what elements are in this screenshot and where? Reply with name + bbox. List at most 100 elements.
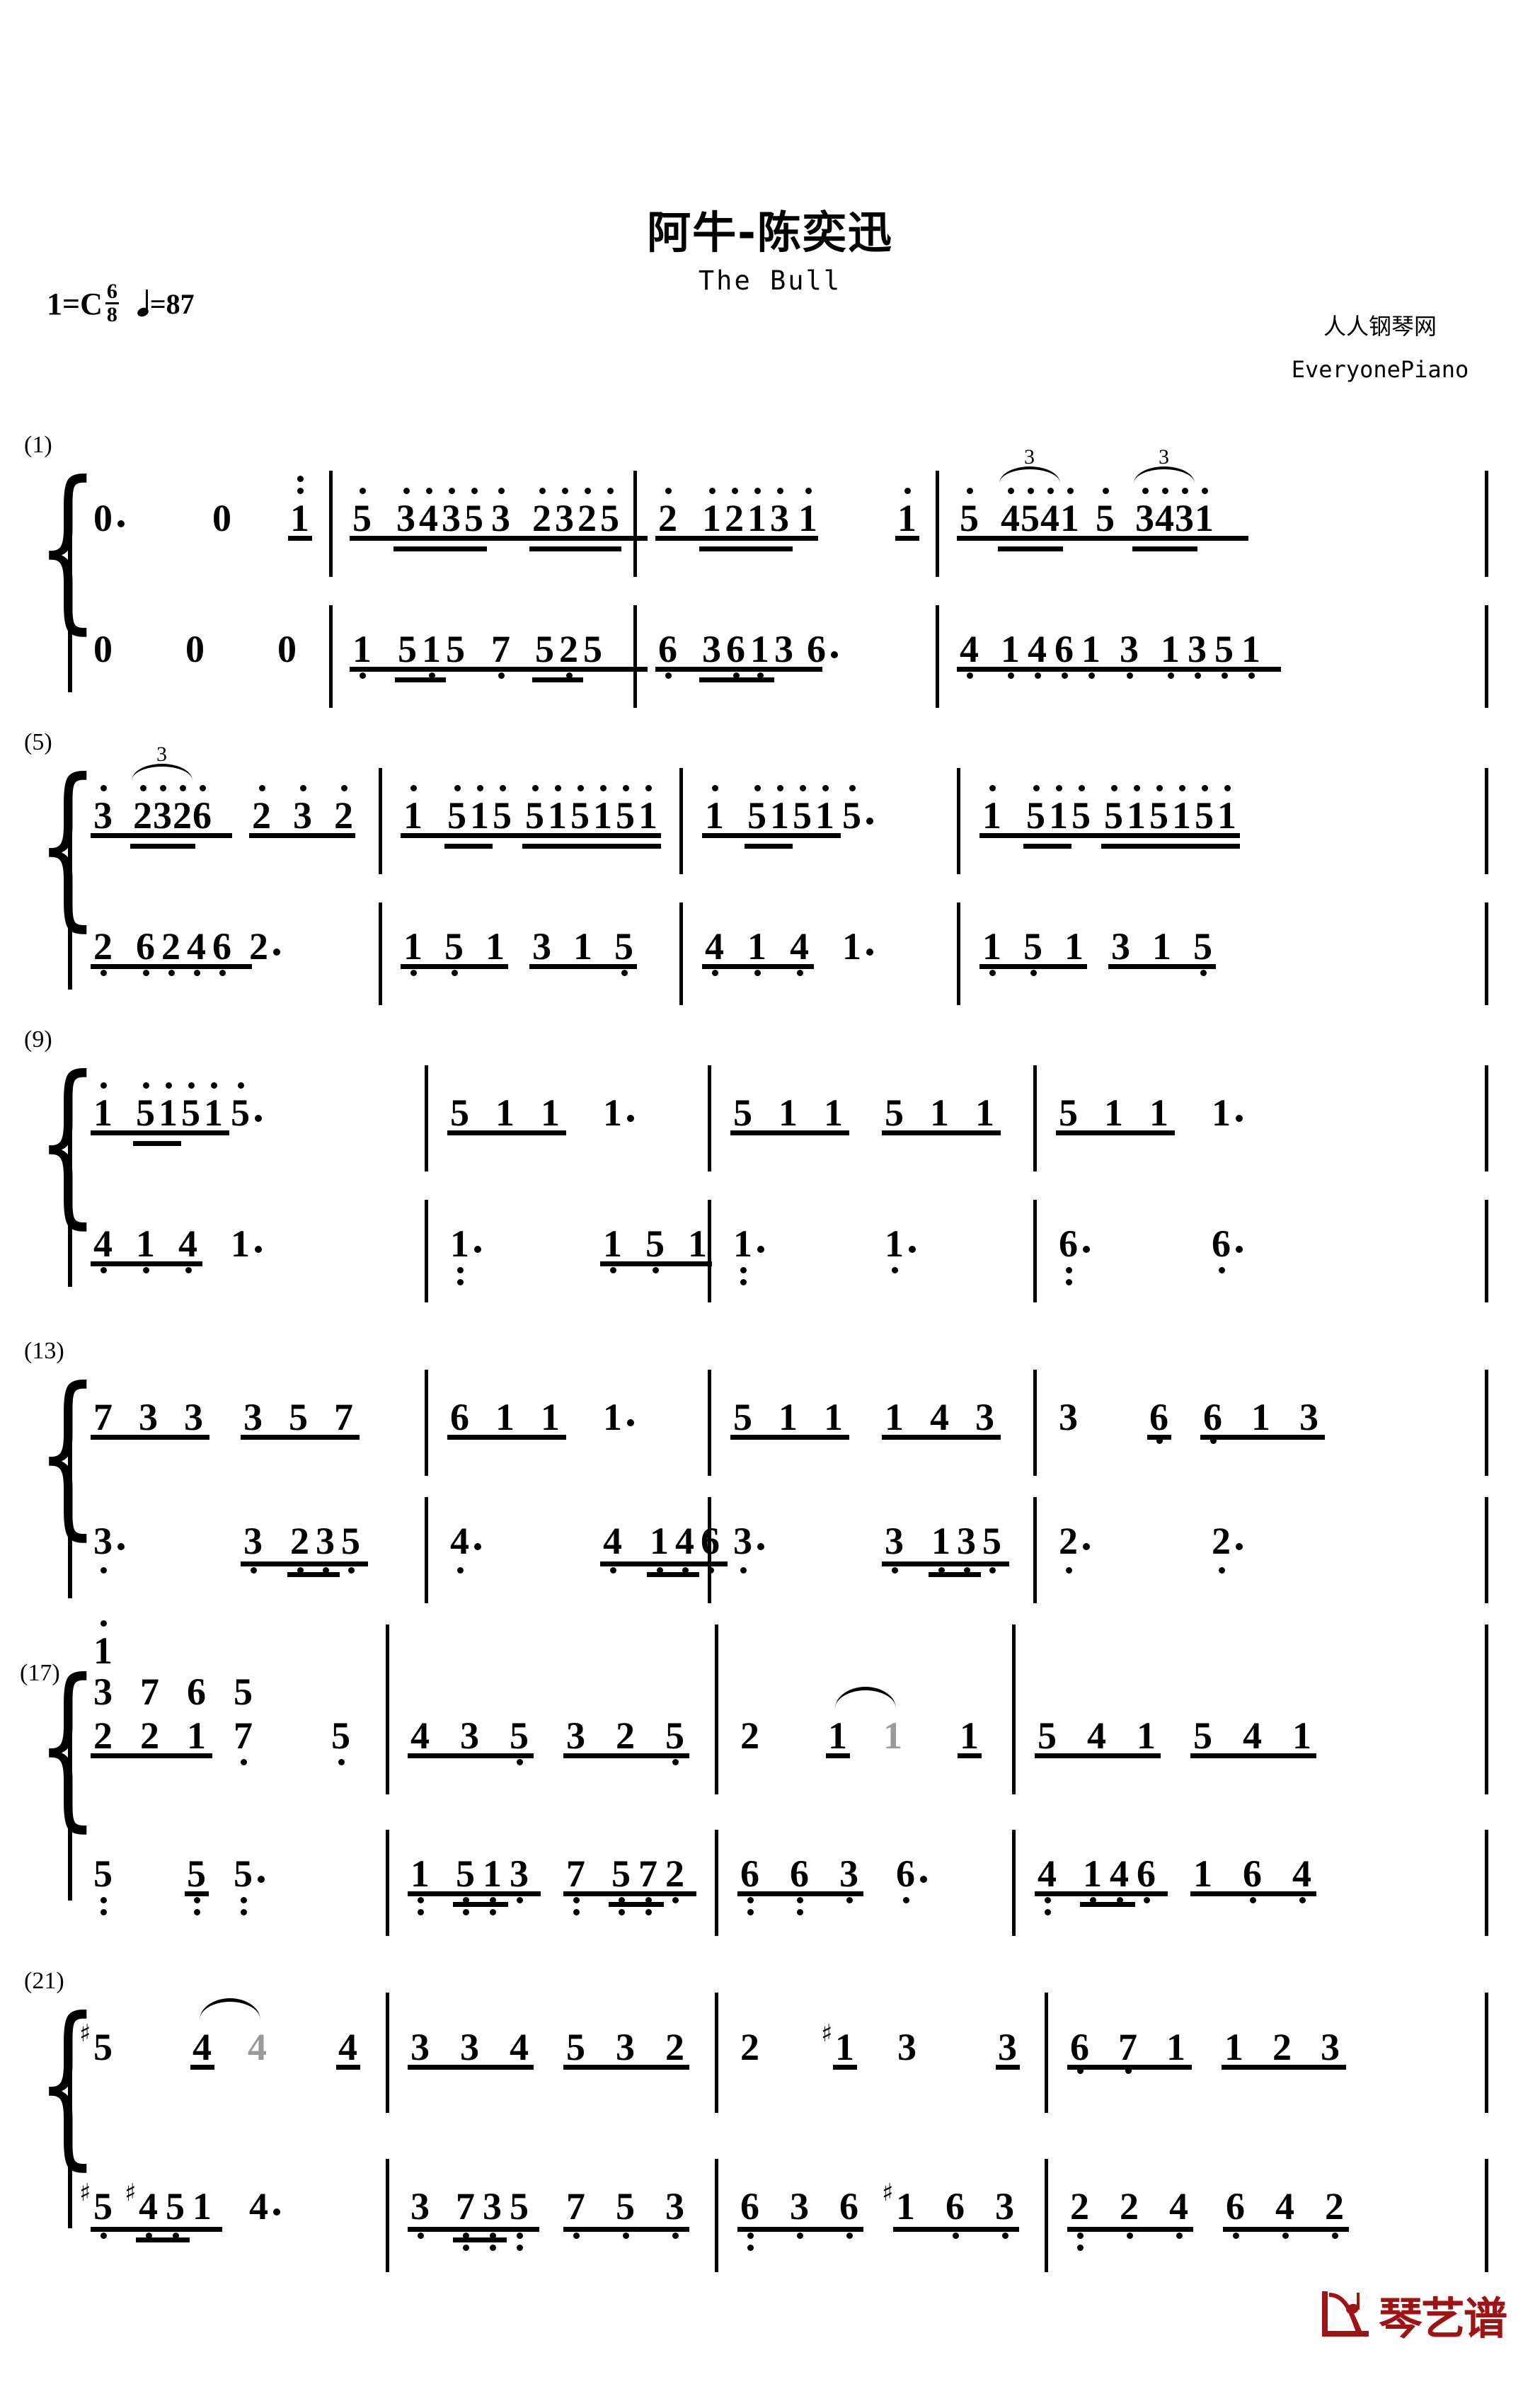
barline [936,471,939,577]
octave-dot-up [732,488,738,494]
note-3: 3 [957,1520,976,1562]
note-0: 0 [212,497,231,539]
augmentation-dot [273,2208,280,2216]
barline [386,1830,389,1936]
augmentation-dot [1236,1543,1243,1550]
note-5: 5 [793,794,812,837]
barline [1033,1497,1037,1603]
octave-dot-down [846,1897,853,1903]
note-1: 1 [548,794,567,837]
octave-dot-up [200,785,206,791]
note-1: 1 [1166,2026,1185,2068]
barline [425,1370,428,1476]
note-1: 1 [1049,794,1068,837]
note-4: 4 [1001,497,1020,539]
note-5: 5 [289,1396,308,1438]
octave-dot-up [585,488,591,494]
note-2: 2 [173,794,192,837]
octave-dot-down [1127,2233,1133,2239]
note-3: 3 [93,1520,113,1562]
beam-line [1147,1435,1171,1440]
beam-line [1132,546,1197,551]
note-4: 4 [178,1222,197,1265]
beam-line [929,1572,981,1577]
octave-dot-down [1222,672,1228,679]
note-3: 3 [616,2026,635,2068]
site-logo[interactable]: 琴艺谱 [1318,2276,1516,2354]
note-1: 1 [192,2185,212,2228]
note-1: 1 [747,497,766,539]
note-1: 1 [450,1222,469,1265]
note-4: 4 [1292,1852,1311,1895]
octave-dot-down [672,1897,679,1903]
barline [425,1200,428,1302]
note-1: 1 [422,628,441,670]
beam-line [529,964,637,969]
barline [1485,605,1488,708]
barline [1012,1624,1016,1794]
octave-dot-down [1066,1267,1072,1273]
note-1: 1 [593,794,612,837]
note-2: 2 [740,2026,759,2068]
beam-line [730,1130,849,1135]
note-1: 1 [885,1222,904,1265]
note-3: 3 [93,794,113,837]
note-3: 3 [702,628,721,670]
octave-dot-down [797,1897,803,1903]
octave-dot-down [457,1567,464,1574]
octave-dot-up [341,785,347,791]
note-4: 4 [1028,628,1047,670]
octave-dot-down [241,1759,247,1765]
beam-line [401,964,508,969]
augmentation-dot [1236,1115,1243,1122]
note-7: 7 [93,1396,113,1438]
beam-line [1108,964,1216,969]
note-1: 1 [705,794,724,837]
octave-dot-up [498,488,505,494]
octave-dot-down [1062,672,1068,679]
note-7: 7 [638,1852,657,1895]
octave-dot-down [1045,1909,1051,1915]
note-1: 1 [688,1222,707,1265]
beam-line [600,1261,712,1266]
note-5: 5 [93,2026,113,2068]
augmentation-dot [757,1246,764,1253]
octave-dot-down [672,1759,679,1765]
octave-dot-down [517,1759,523,1765]
barline [1045,2159,1048,2272]
note-3: 3 [1135,497,1154,539]
octave-dot-down [418,1909,424,1915]
note-1: 1 [1172,794,1191,837]
note-1: 1 [930,1091,949,1134]
octave-dot-down [1035,672,1041,679]
octave-dot-up [1028,488,1034,494]
note-2: 2 [140,1714,159,1757]
beam-line [336,2065,360,2070]
note-5: 5 [645,1222,665,1265]
octave-dot-down [1332,2233,1338,2239]
octave-dot-down [452,970,458,976]
note-1: 1 [93,1091,113,1134]
octave-dot-up [259,785,265,791]
note-1: 1 [1104,1091,1123,1134]
octave-dot-up [562,488,568,494]
octave-dot-up [849,785,856,791]
note-5: 5 [450,1091,469,1134]
note-1: 1 [1292,1714,1311,1757]
note-3: 3 [460,2026,479,2068]
octave-dot-down [1077,2233,1084,2239]
octave-dot-down [1066,1567,1072,1574]
octave-dot-up [532,785,539,791]
note-2: 2 [334,794,353,837]
octave-dot-down [490,2245,496,2251]
octave-dot-down [410,970,417,976]
note-1: 1 [960,1714,979,1757]
note-2: 2 [93,1714,113,1757]
octave-dot-up [1179,785,1185,791]
barline [715,1993,718,2113]
octave-dot-down [989,970,996,976]
octave-dot-down [623,2233,629,2239]
note-3: 3 [897,2026,916,2068]
augmentation-dot [1083,1246,1090,1253]
note-5: 5 [1021,497,1040,539]
